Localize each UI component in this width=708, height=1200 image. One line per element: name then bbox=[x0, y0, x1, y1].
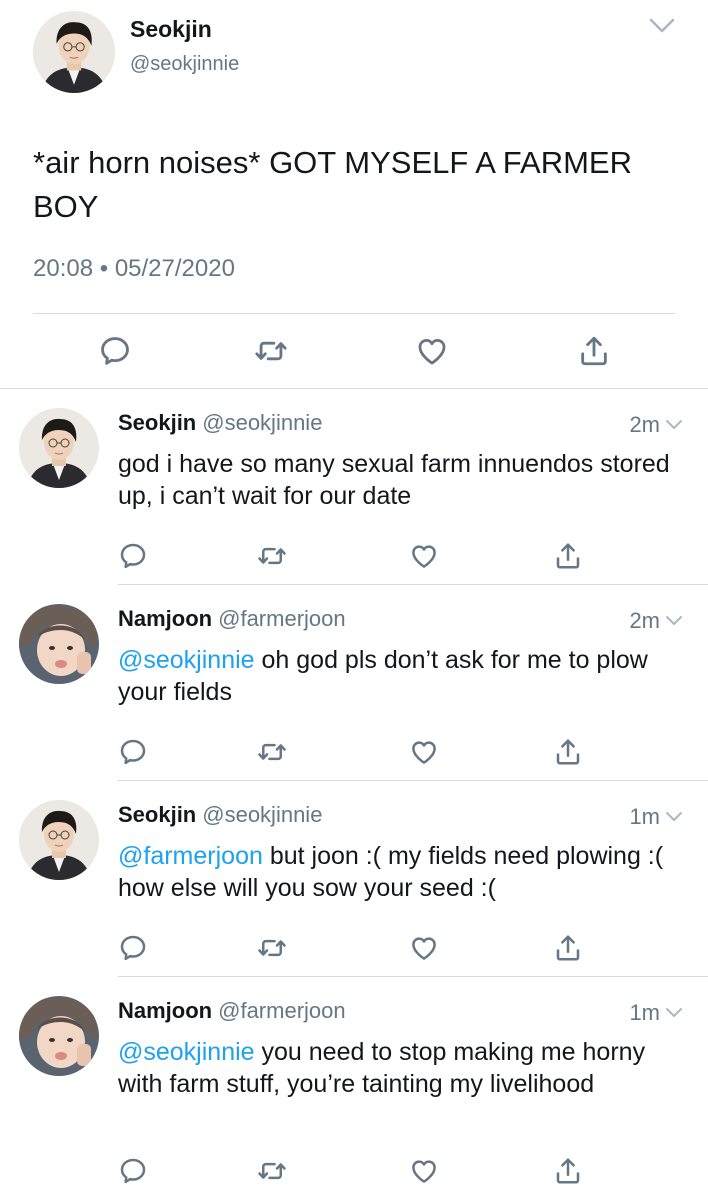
divider bbox=[0, 388, 708, 389]
tweet-text: *air horn noises* GOT MYSELF A FARMER BO… bbox=[33, 145, 632, 224]
like-icon[interactable] bbox=[409, 737, 439, 767]
tweet-timestamp: 20:08 • 05/27/2020 bbox=[33, 255, 235, 283]
author-avatar[interactable] bbox=[19, 604, 99, 684]
author-name[interactable]: Namjoon bbox=[118, 606, 212, 631]
chevron-down-icon[interactable] bbox=[664, 614, 684, 628]
like-icon[interactable] bbox=[415, 334, 449, 368]
reply-icon[interactable] bbox=[98, 334, 132, 368]
reply-tweet[interactable]: Seokjin @seokjinnie 2m god i have so many… bbox=[0, 388, 708, 584]
divider bbox=[118, 780, 708, 781]
retweet-icon[interactable] bbox=[257, 1156, 287, 1186]
reply-body: god i have so many sexual farm innuendos… bbox=[118, 450, 670, 510]
reply-icon[interactable] bbox=[118, 737, 148, 767]
like-icon[interactable] bbox=[409, 933, 439, 963]
share-icon[interactable] bbox=[577, 334, 611, 368]
author-name[interactable]: Seokjin bbox=[118, 410, 196, 435]
reply-text: @farmerjoon but joon :( my fields need p… bbox=[118, 840, 683, 904]
reply-text: god i have so many sexual farm innuendos… bbox=[118, 448, 683, 512]
retweet-icon[interactable] bbox=[257, 737, 287, 767]
mention-link[interactable]: @seokjinnie bbox=[118, 646, 255, 674]
author-handle[interactable]: @seokjinnie bbox=[202, 802, 322, 827]
reply-header: Seokjin @seokjinnie bbox=[118, 802, 322, 828]
tweet-date: 05/27/2020 bbox=[114, 255, 235, 282]
author-name[interactable]: Seokjin bbox=[130, 16, 212, 43]
reply-icon[interactable] bbox=[118, 933, 148, 963]
like-icon[interactable] bbox=[409, 1156, 439, 1186]
author-avatar[interactable] bbox=[33, 11, 115, 93]
reply-text: @seokjinnie you need to stop making me h… bbox=[118, 1036, 683, 1100]
tweet-time: 20:08 bbox=[33, 255, 94, 282]
meta-separator: • bbox=[99, 255, 109, 282]
chevron-down-icon[interactable] bbox=[664, 418, 684, 432]
chevron-down-icon[interactable] bbox=[664, 810, 684, 824]
retweet-icon[interactable] bbox=[257, 541, 287, 571]
author-handle[interactable]: @farmerjoon bbox=[218, 998, 346, 1023]
retweet-icon[interactable] bbox=[257, 933, 287, 963]
reply-time: 2m bbox=[629, 412, 660, 437]
mention-link[interactable]: @seokjinnie bbox=[118, 1038, 255, 1066]
author-handle[interactable]: @seokjinnie bbox=[202, 410, 322, 435]
mention-link[interactable]: @farmerjoon bbox=[118, 842, 263, 870]
divider bbox=[33, 313, 675, 314]
author-name[interactable]: Seokjin bbox=[118, 802, 196, 827]
reply-time: 1m bbox=[629, 804, 660, 829]
author-handle[interactable]: @seokjinnie bbox=[130, 53, 239, 76]
share-icon[interactable] bbox=[553, 541, 583, 571]
reply-icon[interactable] bbox=[118, 1156, 148, 1186]
retweet-icon[interactable] bbox=[254, 334, 288, 368]
divider bbox=[118, 976, 708, 977]
main-tweet: Seokjin @seokjinnie *air horn noises* GO… bbox=[0, 0, 708, 388]
reply-text: @seokjinnie oh god pls don’t ask for me … bbox=[118, 644, 683, 708]
reply-header: Namjoon @farmerjoon bbox=[118, 606, 346, 632]
reply-time: 1m bbox=[629, 1000, 660, 1025]
divider bbox=[118, 584, 708, 585]
like-icon[interactable] bbox=[409, 541, 439, 571]
chevron-down-icon[interactable] bbox=[647, 14, 677, 38]
share-icon[interactable] bbox=[553, 1156, 583, 1186]
reply-tweet[interactable]: Namjoon @farmerjoon 1m @seokjinnie you ne… bbox=[0, 976, 708, 1200]
share-icon[interactable] bbox=[553, 737, 583, 767]
share-icon[interactable] bbox=[553, 933, 583, 963]
reply-time: 2m bbox=[629, 608, 660, 633]
author-avatar[interactable] bbox=[19, 408, 99, 488]
author-avatar[interactable] bbox=[19, 800, 99, 880]
author-handle[interactable]: @farmerjoon bbox=[218, 606, 346, 631]
reply-icon[interactable] bbox=[118, 541, 148, 571]
reply-header: Namjoon @farmerjoon bbox=[118, 998, 346, 1024]
author-name[interactable]: Namjoon bbox=[118, 998, 212, 1023]
reply-header: Seokjin @seokjinnie bbox=[118, 410, 322, 436]
reply-tweet[interactable]: Namjoon @farmerjoon 2m @seokjinnie oh god… bbox=[0, 584, 708, 780]
reply-tweet[interactable]: Seokjin @seokjinnie 1m @farmerjoon but jo… bbox=[0, 780, 708, 976]
author-avatar[interactable] bbox=[19, 996, 99, 1076]
chevron-down-icon[interactable] bbox=[664, 1006, 684, 1020]
